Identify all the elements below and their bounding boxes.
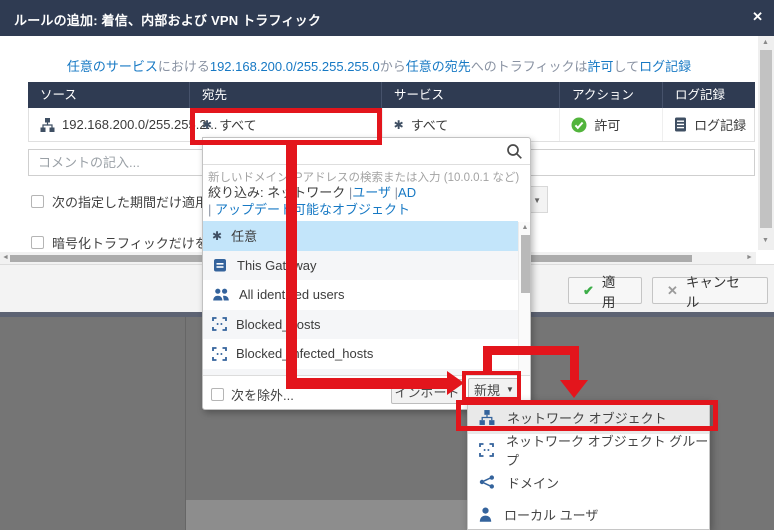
log-cell[interactable]: ログ記録: [663, 108, 754, 141]
close-icon: ✕: [667, 283, 678, 299]
rule-sentence-destination-link[interactable]: 任意の宛先: [406, 59, 471, 74]
dialog-titlebar: ルールの追加: 着信、内部および VPN トラフィック ✕: [0, 0, 774, 36]
domain-icon: [479, 475, 495, 489]
annotation-arrowhead-down: [560, 380, 588, 398]
filter-links: 絞り込み: ネットワーク |ユーザ |AD | アップデート可能なオブジェクト: [208, 184, 416, 218]
screen: ルールの追加: 着信、内部および VPN トラフィック ✕ 任意のサービスにおけ…: [0, 0, 774, 530]
apply-button-label: 適用: [602, 271, 627, 311]
cancel-button[interactable]: ✕ キャンセル: [652, 277, 768, 304]
action-cell[interactable]: 許可: [560, 108, 663, 141]
rule-sentence-text: へのトラフィックは: [471, 59, 588, 74]
local-user-icon: [479, 507, 492, 522]
search-icon: [506, 143, 523, 160]
filter-network[interactable]: ネットワーク: [267, 185, 345, 200]
menu-item-label: ドメイン: [507, 473, 559, 492]
list-item-all-identified-users[interactable]: All identified users: [203, 280, 518, 310]
menu-item-label: ローカル ユーザ: [504, 505, 598, 524]
network-object-group-icon: [479, 443, 494, 457]
list-item-blocked-hosts[interactable]: Blocked_hosts: [203, 310, 518, 340]
exclude-checkbox-label: 次を除外...: [231, 385, 294, 404]
dimmed-background-seam: [185, 317, 186, 530]
filter-label: 絞り込み:: [208, 185, 264, 200]
exclude-checkbox[interactable]: [211, 388, 224, 401]
column-header-service: サービス: [382, 82, 560, 108]
annotation-box-network-object-item: [456, 400, 718, 431]
annotation-arrow-vertical-line: [286, 143, 297, 384]
menu-item-domain[interactable]: ドメイン: [468, 466, 709, 499]
scroll-right-icon[interactable]: ►: [746, 254, 753, 261]
log-icon: [674, 117, 687, 132]
asterisk-icon: ✱: [212, 229, 222, 243]
rule-sentence-text: における: [158, 59, 210, 74]
filter-separator: |: [208, 202, 211, 217]
menu-item-local-user[interactable]: ローカル ユーザ: [468, 499, 709, 530]
filter-user-link[interactable]: ユーザ: [352, 185, 391, 200]
menu-item-network-object-group[interactable]: ネットワーク オブジェクト グループ: [468, 434, 709, 467]
popup-scrollbar-thumb[interactable]: [521, 235, 530, 293]
gateway-icon: [212, 258, 228, 273]
annotation-arrow-horizontal-line: [286, 378, 448, 389]
scroll-up-icon[interactable]: ▲: [522, 224, 529, 231]
group-icon: [212, 347, 227, 361]
rule-sentence-action-link[interactable]: 許可: [588, 59, 614, 74]
accept-icon: [571, 117, 587, 133]
apply-button[interactable]: ✔ 適用: [568, 277, 642, 304]
rule-sentence-service-link[interactable]: 任意のサービス: [67, 59, 158, 74]
search-hint: 新しいドメイン/IPアドレスの検索または入力 (10.0.0.1 など): [208, 169, 519, 185]
encrypted-checkbox[interactable]: [31, 236, 44, 249]
asterisk-icon: ✱: [394, 118, 404, 132]
list-item-label: This Gateway: [237, 258, 316, 273]
column-header-destination: 宛先: [190, 82, 382, 108]
rule-sentence-text: して: [614, 59, 640, 74]
filter-ad-link[interactable]: AD: [398, 185, 416, 200]
scroll-left-icon[interactable]: ◄: [2, 254, 9, 261]
dialog-title: ルールの追加: 着信、内部および VPN トラフィック: [14, 10, 321, 29]
annotation-box-destination-cell: [190, 108, 382, 145]
dialog-vertical-scrollbar[interactable]: ▲ ▼: [758, 36, 774, 250]
rule-sentence-log-link[interactable]: ログ記録: [639, 59, 691, 74]
users-icon: [212, 288, 230, 301]
period-checkbox[interactable]: [31, 195, 44, 208]
list-item-label: Blocked_infected_hosts: [236, 346, 373, 361]
network-icon: [40, 118, 55, 132]
rule-sentence-text: から: [380, 59, 406, 74]
scroll-down-icon[interactable]: ▼: [762, 237, 769, 244]
group-icon: [212, 317, 227, 331]
scroll-up-icon[interactable]: ▲: [762, 39, 769, 46]
annotation-box-new-button: [462, 371, 521, 401]
filter-updatable-link[interactable]: アップデート可能なオブジェクト: [215, 202, 410, 217]
period-checkbox-label: 次の指定した期間だけ適用:: [52, 192, 212, 211]
menu-item-label: ネットワーク オブジェクト グループ: [506, 431, 709, 469]
list-item-blocked-infected-hosts[interactable]: Blocked_infected_hosts: [203, 339, 518, 369]
cancel-button-label: キャンセル: [686, 271, 753, 311]
annotation-elbow-horizontal-segment: [483, 346, 579, 355]
dimmed-background-footer: [186, 500, 470, 530]
list-item-label: 任意: [231, 226, 257, 245]
close-icon[interactable]: ✕: [752, 9, 763, 25]
column-header-source: ソース: [28, 82, 190, 108]
action-value: 許可: [594, 115, 620, 134]
column-header-action: アクション: [560, 82, 663, 108]
rule-sentence: 任意のサービスにおける192.168.200.0/255.255.255.0から…: [0, 56, 758, 75]
service-value: すべて: [411, 115, 449, 134]
list-item-this-gateway[interactable]: This Gateway: [203, 251, 518, 281]
source-cell[interactable]: 192.168.200.0/255.255.2...: [29, 108, 191, 141]
log-value: ログ記録: [694, 115, 746, 134]
list-item-any[interactable]: ✱ 任意: [203, 221, 518, 251]
column-header-log: ログ記録: [663, 82, 754, 108]
rule-sentence-source-link[interactable]: 192.168.200.0/255.255.255.0: [210, 59, 380, 74]
rule-table-header: ソース 宛先 サービス アクション ログ記録: [28, 82, 755, 108]
object-list: ✱ 任意 This Gateway All identified users B…: [203, 221, 518, 375]
annotation-elbow-up-segment: [483, 354, 492, 371]
list-item-label: Blocked_hosts: [236, 317, 321, 332]
exclude-checkbox-row: 次を除外...: [211, 385, 294, 404]
destination-picker-popup: 新しいドメイン/IPアドレスの検索または入力 (10.0.0.1 など) 絞り込…: [202, 137, 531, 410]
annotation-elbow-down-segment: [570, 346, 579, 380]
chevron-down-icon: ▼: [533, 196, 541, 205]
check-icon: ✔: [583, 283, 594, 299]
period-checkbox-row: 次の指定した期間だけ適用:: [31, 192, 212, 211]
vertical-scrollbar-thumb[interactable]: [760, 50, 772, 228]
